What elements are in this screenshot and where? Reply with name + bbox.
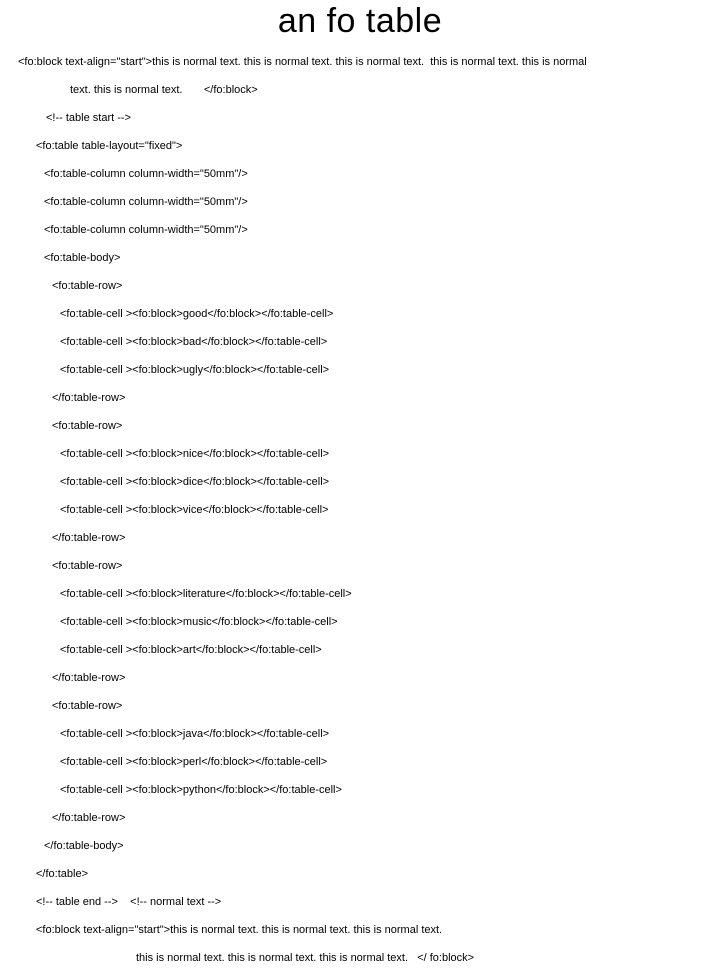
- code-line: </fo:table-row>: [18, 811, 710, 825]
- code-line: <fo:block text-align="start">this is nor…: [18, 55, 710, 69]
- code-line: <fo:table-cell ><fo:block>good</fo:block…: [18, 307, 710, 321]
- code-line: <fo:table-cell ><fo:block>art</fo:block>…: [18, 643, 710, 657]
- page-title: an fo table: [0, 2, 720, 41]
- code-line: <fo:table-cell ><fo:block>bad</fo:block>…: [18, 335, 710, 349]
- code-line: <!-- table end --> <!-- normal text -->: [18, 895, 710, 909]
- code-line: <fo:table-column column-width="50mm"/>: [18, 195, 710, 209]
- code-line: <fo:table-row>: [18, 699, 710, 713]
- code-line: <fo:table-cell ><fo:block>dice</fo:block…: [18, 475, 710, 489]
- code-line: text. this is normal text. </fo:block>: [18, 83, 710, 97]
- code-line: <fo:table-cell ><fo:block>perl</fo:block…: [18, 755, 710, 769]
- code-line: <fo:block text-align="start">this is nor…: [18, 923, 710, 937]
- code-line: </fo:table-row>: [18, 531, 710, 545]
- code-line: <fo:table-column column-width="50mm"/>: [18, 167, 710, 181]
- code-line: <fo:table-row>: [18, 559, 710, 573]
- code-line: </fo:table>: [18, 867, 710, 881]
- code-line: <fo:table-cell ><fo:block>music</fo:bloc…: [18, 615, 710, 629]
- code-line: </fo:table-row>: [18, 671, 710, 685]
- code-block: <fo:block text-align="start">this is nor…: [0, 41, 720, 979]
- code-line: <fo:table-row>: [18, 419, 710, 433]
- code-line: <fo:table-cell ><fo:block>java</fo:block…: [18, 727, 710, 741]
- code-line: <fo:table table-layout="fixed">: [18, 139, 710, 153]
- code-line: this is normal text. this is normal text…: [18, 951, 710, 965]
- code-line: </fo:table-body>: [18, 839, 710, 853]
- code-line: <!-- table start -->: [18, 111, 710, 125]
- code-line: </fo:table-row>: [18, 391, 710, 405]
- code-line: <fo:table-row>: [18, 279, 710, 293]
- code-line: <fo:table-cell ><fo:block>literature</fo…: [18, 587, 710, 601]
- code-line: <fo:table-cell ><fo:block>vice</fo:block…: [18, 503, 710, 517]
- code-line: <fo:table-body>: [18, 251, 710, 265]
- code-line: <fo:table-column column-width="50mm"/>: [18, 223, 710, 237]
- code-line: <fo:table-cell ><fo:block>python</fo:blo…: [18, 783, 710, 797]
- code-line: <fo:table-cell ><fo:block>ugly</fo:block…: [18, 363, 710, 377]
- code-line: <fo:table-cell ><fo:block>nice</fo:block…: [18, 447, 710, 461]
